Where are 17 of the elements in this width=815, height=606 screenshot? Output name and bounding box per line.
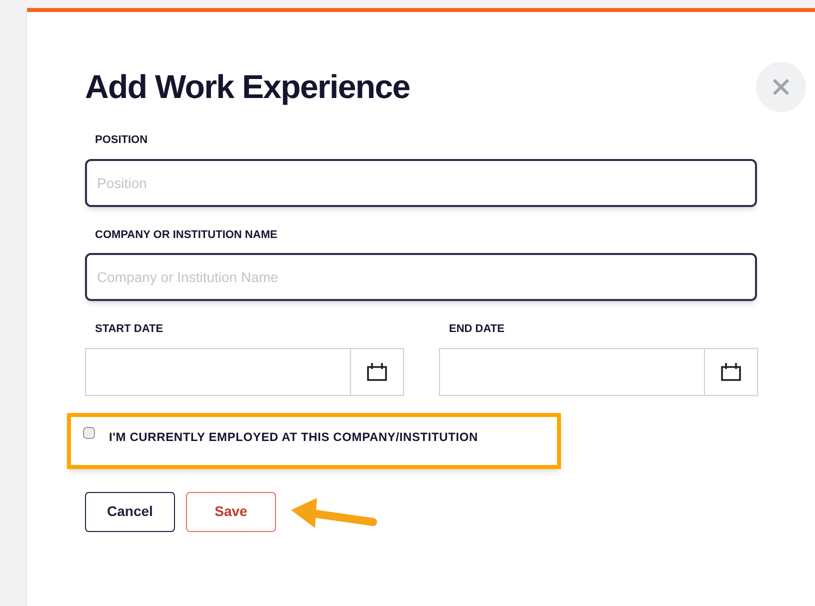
text-field[interactable]: Company or Institution Name xyxy=(85,253,757,301)
field-label: POSITION xyxy=(95,133,149,148)
cancel-button[interactable]: Cancel xyxy=(85,492,175,532)
field-label: START DATE xyxy=(95,322,164,337)
calendar-icon xyxy=(366,362,388,382)
date-field[interactable] xyxy=(439,348,758,396)
text-field[interactable]: Position xyxy=(85,158,757,206)
field-label: COMPANY OR INSTITUTION NAME xyxy=(95,228,278,242)
close-icon xyxy=(772,78,790,96)
checkbox[interactable] xyxy=(83,426,95,438)
close-button[interactable] xyxy=(756,62,806,112)
dialog-title: Add Work Experience xyxy=(85,67,410,108)
date-field[interactable] xyxy=(85,348,404,396)
calendar-icon xyxy=(720,362,742,382)
save-button[interactable]: Save xyxy=(186,492,276,532)
checkbox-label: I'M CURRENTLY EMPLOYED AT THIS COMPANY/INSTITUTION xyxy=(109,428,478,446)
field-label: END DATE xyxy=(449,322,506,337)
